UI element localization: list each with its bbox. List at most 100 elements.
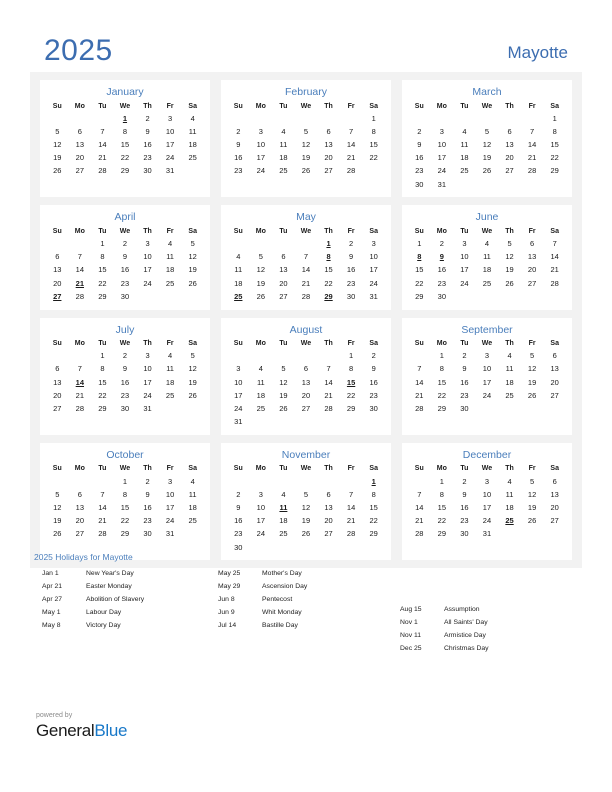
day-cell[interactable]: 21 [408, 515, 431, 528]
day-cell[interactable]: 11 [453, 139, 476, 152]
day-cell[interactable]: 7 [91, 488, 114, 501]
day-cell-holiday[interactable]: 27 [46, 290, 69, 303]
day-cell[interactable]: 9 [453, 363, 476, 376]
day-cell[interactable]: 18 [159, 264, 182, 277]
day-cell[interactable]: 25 [159, 389, 182, 402]
day-cell[interactable]: 25 [181, 152, 204, 165]
day-cell[interactable]: 28 [91, 165, 114, 178]
day-cell[interactable]: 17 [476, 376, 499, 389]
day-cell[interactable]: 5 [498, 238, 521, 251]
day-cell-holiday[interactable]: 8 [317, 251, 340, 264]
day-cell[interactable]: 28 [317, 403, 340, 416]
day-cell[interactable]: 2 [136, 475, 159, 488]
day-cell[interactable]: 24 [453, 277, 476, 290]
day-cell[interactable]: 14 [295, 264, 318, 277]
day-cell[interactable]: 11 [272, 139, 295, 152]
day-cell[interactable]: 29 [91, 403, 114, 416]
day-cell[interactable]: 1 [340, 350, 363, 363]
day-cell[interactable]: 11 [181, 125, 204, 138]
day-cell[interactable]: 10 [136, 363, 159, 376]
day-cell[interactable]: 17 [250, 515, 273, 528]
day-cell[interactable]: 22 [362, 515, 385, 528]
day-cell[interactable]: 12 [46, 139, 69, 152]
day-cell[interactable]: 23 [227, 165, 250, 178]
day-cell[interactable]: 19 [521, 376, 544, 389]
day-cell[interactable]: 19 [272, 389, 295, 402]
day-cell[interactable]: 22 [362, 152, 385, 165]
day-cell[interactable]: 25 [181, 515, 204, 528]
day-cell[interactable]: 5 [521, 350, 544, 363]
day-cell[interactable]: 18 [272, 515, 295, 528]
day-cell[interactable]: 30 [431, 290, 454, 303]
day-cell[interactable]: 19 [476, 152, 499, 165]
day-cell[interactable]: 22 [114, 152, 137, 165]
day-cell[interactable]: 19 [181, 376, 204, 389]
day-cell[interactable]: 9 [453, 488, 476, 501]
day-cell[interactable]: 17 [159, 139, 182, 152]
day-cell[interactable]: 17 [362, 264, 385, 277]
day-cell[interactable]: 6 [543, 475, 566, 488]
day-cell[interactable]: 19 [295, 152, 318, 165]
day-cell[interactable]: 6 [543, 350, 566, 363]
day-cell[interactable]: 11 [181, 488, 204, 501]
day-cell[interactable]: 9 [136, 125, 159, 138]
day-cell[interactable]: 21 [295, 277, 318, 290]
day-cell[interactable]: 12 [295, 139, 318, 152]
day-cell[interactable]: 5 [181, 238, 204, 251]
day-cell[interactable]: 30 [114, 290, 137, 303]
day-cell[interactable]: 20 [46, 389, 69, 402]
day-cell[interactable]: 8 [362, 488, 385, 501]
day-cell[interactable]: 27 [295, 403, 318, 416]
day-cell[interactable]: 31 [159, 528, 182, 541]
day-cell[interactable]: 14 [408, 502, 431, 515]
day-cell[interactable]: 20 [543, 376, 566, 389]
day-cell[interactable]: 2 [114, 350, 137, 363]
day-cell[interactable]: 3 [476, 350, 499, 363]
month-card-june[interactable]: June Su Mo Tu We Th Fr Sa 1 2 3 4 5 6 7 8 9 10 11 12 13 14 15 1… [402, 205, 572, 310]
day-cell[interactable]: 20 [46, 277, 69, 290]
day-cell[interactable]: 10 [362, 251, 385, 264]
day-cell[interactable]: 16 [408, 152, 431, 165]
day-cell[interactable]: 8 [543, 125, 566, 138]
day-cell[interactable]: 26 [272, 403, 295, 416]
day-cell[interactable]: 25 [272, 528, 295, 541]
day-cell[interactable]: 31 [431, 178, 454, 191]
day-cell[interactable]: 23 [340, 277, 363, 290]
day-cell[interactable]: 4 [498, 475, 521, 488]
day-cell[interactable]: 24 [136, 389, 159, 402]
day-cell[interactable]: 31 [136, 403, 159, 416]
day-cell[interactable]: 29 [340, 403, 363, 416]
day-cell[interactable]: 7 [408, 363, 431, 376]
day-cell[interactable]: 6 [498, 125, 521, 138]
day-cell[interactable]: 18 [453, 152, 476, 165]
day-cell[interactable]: 27 [272, 290, 295, 303]
day-cell[interactable]: 3 [362, 238, 385, 251]
day-cell[interactable]: 23 [114, 277, 137, 290]
day-cell[interactable]: 8 [431, 363, 454, 376]
day-cell[interactable]: 8 [114, 125, 137, 138]
day-cell[interactable]: 13 [46, 376, 69, 389]
day-cell[interactable]: 17 [476, 502, 499, 515]
day-cell[interactable]: 29 [408, 290, 431, 303]
day-cell[interactable]: 16 [453, 502, 476, 515]
day-cell[interactable]: 27 [498, 165, 521, 178]
day-cell[interactable]: 18 [272, 152, 295, 165]
day-cell[interactable]: 10 [250, 139, 273, 152]
month-card-october[interactable]: October Su Mo Tu We Th Fr Sa 1 2 3 4 5 6 7 8 9 10 11 12 13 14… [40, 442, 210, 561]
day-cell[interactable]: 18 [181, 502, 204, 515]
day-cell[interactable]: 7 [543, 238, 566, 251]
generalblue-logo[interactable]: GeneralBlue [36, 722, 128, 741]
day-cell[interactable]: 5 [521, 475, 544, 488]
day-cell[interactable]: 17 [453, 264, 476, 277]
month-card-july[interactable]: July Su Mo Tu We Th Fr Sa 1 2 3 4 5 6 7 8 9 10 11 12 13 14 15 1… [40, 317, 210, 435]
day-cell[interactable]: 18 [227, 277, 250, 290]
day-cell[interactable]: 27 [317, 528, 340, 541]
day-cell[interactable]: 10 [159, 125, 182, 138]
day-cell[interactable]: 24 [362, 277, 385, 290]
day-cell[interactable]: 14 [543, 251, 566, 264]
day-cell[interactable]: 28 [340, 528, 363, 541]
day-cell[interactable]: 4 [159, 350, 182, 363]
day-cell[interactable]: 26 [521, 389, 544, 402]
day-cell[interactable]: 6 [69, 125, 92, 138]
day-cell[interactable]: 6 [272, 251, 295, 264]
